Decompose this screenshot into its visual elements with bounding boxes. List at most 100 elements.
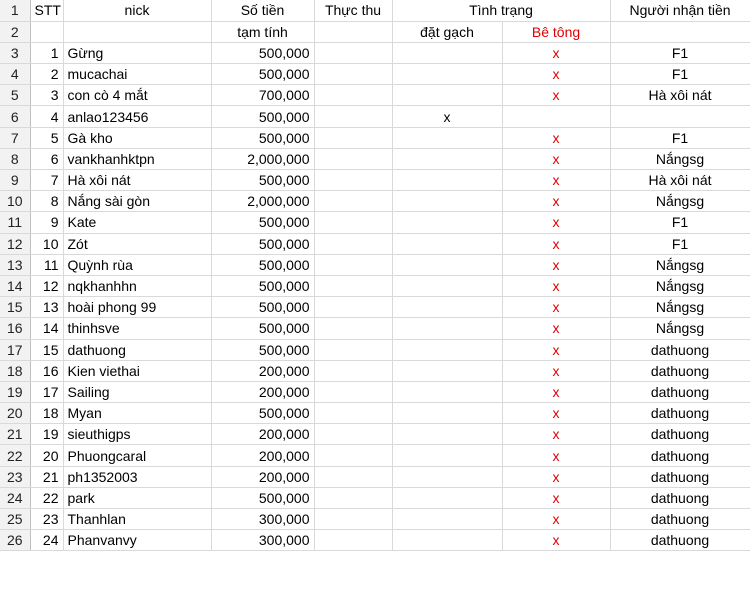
dat-gach-cell[interactable] <box>392 63 503 86</box>
be-tong-cell[interactable] <box>502 105 611 128</box>
cell[interactable] <box>314 21 393 43</box>
receiver-cell[interactable]: F1 <box>610 211 750 234</box>
nick-cell[interactable]: Thanhlan <box>63 508 212 531</box>
thuc-thu-cell[interactable] <box>314 487 393 510</box>
receiver-cell[interactable]: dathuong <box>610 402 750 425</box>
stt-cell[interactable]: 13 <box>30 296 64 319</box>
header-thuc-thu[interactable]: Thực thu <box>314 0 393 22</box>
nick-cell[interactable]: Gà kho <box>63 127 212 149</box>
stt-cell[interactable]: 10 <box>30 233 64 255</box>
thuc-thu-cell[interactable] <box>314 402 393 425</box>
be-tong-cell[interactable]: x <box>502 466 611 488</box>
row-number[interactable]: 6 <box>0 105 31 128</box>
receiver-cell[interactable] <box>610 105 750 128</box>
stt-cell[interactable]: 15 <box>30 339 64 361</box>
thuc-thu-cell[interactable] <box>314 529 393 552</box>
amount-cell[interactable]: 500,000 <box>211 402 315 425</box>
amount-cell[interactable]: 2,000,000 <box>211 190 315 213</box>
receiver-cell[interactable]: dathuong <box>610 529 750 552</box>
be-tong-cell[interactable]: x <box>502 148 611 171</box>
row-number[interactable]: 9 <box>0 169 31 192</box>
dat-gach-cell[interactable] <box>392 296 503 319</box>
thuc-thu-cell[interactable] <box>314 190 393 213</box>
nick-cell[interactable]: con cò 4 mắt <box>63 84 212 107</box>
amount-cell[interactable]: 500,000 <box>211 42 315 65</box>
amount-cell[interactable]: 200,000 <box>211 423 315 446</box>
row-number[interactable]: 25 <box>0 508 31 531</box>
nick-cell[interactable]: Sailing <box>63 381 212 404</box>
thuc-thu-cell[interactable] <box>314 360 393 382</box>
be-tong-cell[interactable]: x <box>502 339 611 361</box>
thuc-thu-cell[interactable] <box>314 444 393 467</box>
row-number[interactable]: 12 <box>0 233 31 255</box>
nick-cell[interactable]: dathuong <box>63 339 212 361</box>
nick-cell[interactable]: ph1352003 <box>63 466 212 488</box>
header-so-tien[interactable]: Số tiền <box>211 0 315 22</box>
thuc-thu-cell[interactable] <box>314 169 393 192</box>
receiver-cell[interactable]: Nắngsg <box>610 148 750 171</box>
amount-cell[interactable]: 700,000 <box>211 84 315 107</box>
thuc-thu-cell[interactable] <box>314 381 393 404</box>
amount-cell[interactable]: 500,000 <box>211 317 315 340</box>
stt-cell[interactable]: 24 <box>30 529 64 552</box>
receiver-cell[interactable]: F1 <box>610 63 750 86</box>
stt-cell[interactable]: 22 <box>30 487 64 510</box>
row-number[interactable]: 23 <box>0 466 31 488</box>
be-tong-cell[interactable]: x <box>502 529 611 552</box>
be-tong-cell[interactable]: x <box>502 42 611 65</box>
be-tong-cell[interactable]: x <box>502 84 611 107</box>
dat-gach-cell[interactable] <box>392 381 503 404</box>
amount-cell[interactable]: 500,000 <box>211 105 315 128</box>
stt-cell[interactable]: 2 <box>30 63 64 86</box>
receiver-cell[interactable]: dathuong <box>610 423 750 446</box>
amount-cell[interactable]: 300,000 <box>211 508 315 531</box>
row-number[interactable]: 17 <box>0 339 31 361</box>
thuc-thu-cell[interactable] <box>314 423 393 446</box>
nick-cell[interactable]: Quỳnh rùa <box>63 254 212 276</box>
nick-cell[interactable]: park <box>63 487 212 510</box>
receiver-cell[interactable]: Nắngsg <box>610 275 750 298</box>
dat-gach-cell[interactable] <box>392 487 503 510</box>
nick-cell[interactable]: Gừng <box>63 42 212 65</box>
amount-cell[interactable]: 500,000 <box>211 211 315 234</box>
dat-gach-cell[interactable] <box>392 169 503 192</box>
stt-cell[interactable]: 5 <box>30 127 64 149</box>
be-tong-cell[interactable]: x <box>502 402 611 425</box>
dat-gach-cell[interactable] <box>392 42 503 65</box>
nick-cell[interactable]: Phanvanvy <box>63 529 212 552</box>
dat-gach-cell[interactable] <box>392 148 503 171</box>
dat-gach-cell[interactable] <box>392 84 503 107</box>
nick-cell[interactable]: Myan <box>63 402 212 425</box>
receiver-cell[interactable]: dathuong <box>610 508 750 531</box>
be-tong-cell[interactable]: x <box>502 423 611 446</box>
row-number[interactable]: 3 <box>0 42 31 65</box>
receiver-cell[interactable]: Hà xôi nát <box>610 169 750 192</box>
be-tong-cell[interactable]: x <box>502 360 611 382</box>
header-stt[interactable]: STT <box>30 0 64 22</box>
stt-cell[interactable]: 18 <box>30 402 64 425</box>
receiver-cell[interactable]: Nắngsg <box>610 317 750 340</box>
receiver-cell[interactable]: F1 <box>610 127 750 149</box>
stt-cell[interactable]: 19 <box>30 423 64 446</box>
amount-cell[interactable]: 500,000 <box>211 233 315 255</box>
amount-cell[interactable]: 200,000 <box>211 444 315 467</box>
receiver-cell[interactable]: dathuong <box>610 360 750 382</box>
thuc-thu-cell[interactable] <box>314 254 393 276</box>
row-number[interactable]: 19 <box>0 381 31 404</box>
row-number[interactable]: 11 <box>0 211 31 234</box>
amount-cell[interactable]: 200,000 <box>211 466 315 488</box>
stt-cell[interactable]: 8 <box>30 190 64 213</box>
thuc-thu-cell[interactable] <box>314 211 393 234</box>
header-dat-gach[interactable]: đặt gạch <box>392 21 503 43</box>
dat-gach-cell[interactable] <box>392 317 503 340</box>
receiver-cell[interactable]: dathuong <box>610 381 750 404</box>
receiver-cell[interactable]: F1 <box>610 233 750 255</box>
row-number[interactable]: 15 <box>0 296 31 319</box>
thuc-thu-cell[interactable] <box>314 317 393 340</box>
nick-cell[interactable]: mucachai <box>63 63 212 86</box>
nick-cell[interactable]: anlao123456 <box>63 105 212 128</box>
dat-gach-cell[interactable] <box>392 127 503 149</box>
dat-gach-cell[interactable] <box>392 423 503 446</box>
row-number[interactable]: 24 <box>0 487 31 510</box>
nick-cell[interactable]: Kien viethai <box>63 360 212 382</box>
